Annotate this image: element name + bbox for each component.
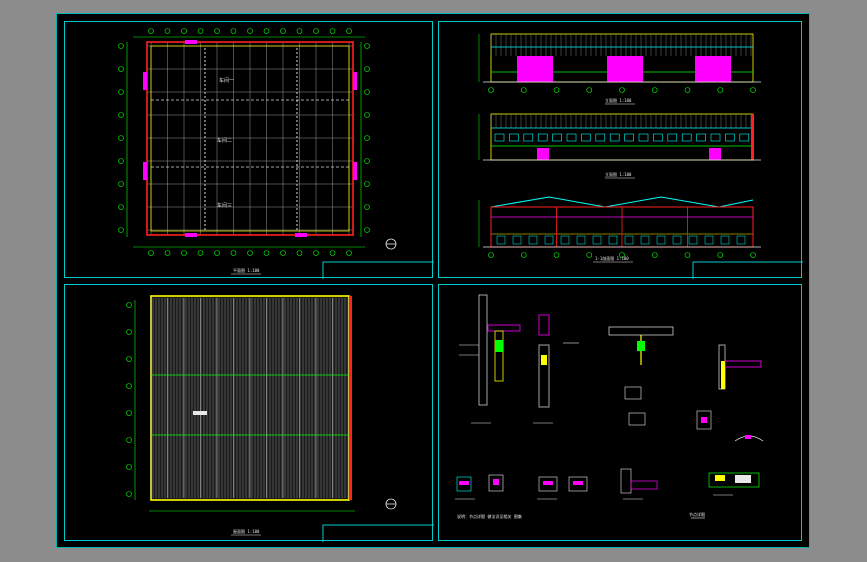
details-note: 说明：节点详图 做法详见相关 图集: [457, 513, 522, 519]
svg-text:车间二: 车间二: [217, 137, 232, 144]
elevations-frame: 立面图 1:100 立面图 1:100 1-1剖面图 1:100: [438, 21, 803, 279]
roof-plan-frame: 屋面图 1:100: [64, 284, 434, 542]
elevation-b-drawing: [478, 113, 761, 161]
elevation-b-caption: 立面图 1:100: [605, 171, 632, 177]
details-caption: 节点详图: [689, 511, 705, 517]
north-arrow-icon: [385, 238, 397, 250]
floor-plan-svg: 车间一 车间二 车间三 平面图 1:100: [118, 28, 434, 279]
roof-plan-drawing: [126, 295, 355, 512]
floor-plan-caption: 平面图 1:100: [233, 267, 260, 273]
floor-plan-drawing: 车间一 车间二 车间三: [118, 28, 370, 256]
svg-text:车间三: 车间三: [217, 202, 232, 209]
elevation-a-drawing: [478, 33, 761, 93]
roof-plan-caption: 屋面图 1:100: [233, 528, 260, 534]
elevations-svg: 立面图 1:100 立面图 1:100 1-1剖面图 1:100: [478, 33, 803, 279]
roof-plan-svg: 屋面图 1:100: [126, 295, 434, 542]
north-arrow-icon: [385, 498, 397, 510]
section-drawing: [478, 196, 761, 258]
svg-text:车间一: 车间一: [219, 77, 234, 84]
details-frame: 说明：节点详图 做法详见相关 图集 节点详图: [438, 284, 802, 541]
drawing-sheet: 车间一 车间二 车间三 平面图 1:100 立面图 1:100 立面图 1:10…: [56, 13, 810, 548]
details-drawing: [455, 294, 764, 500]
elevation-a-caption: 立面图 1:100: [605, 97, 632, 103]
section-caption: 1-1剖面图 1:100: [595, 255, 629, 261]
floor-plan-frame: 车间一 车间二 车间三 平面图 1:100: [64, 21, 434, 279]
details-svg: 说明：节点详图 做法详见相关 图集 节点详图: [455, 294, 764, 519]
